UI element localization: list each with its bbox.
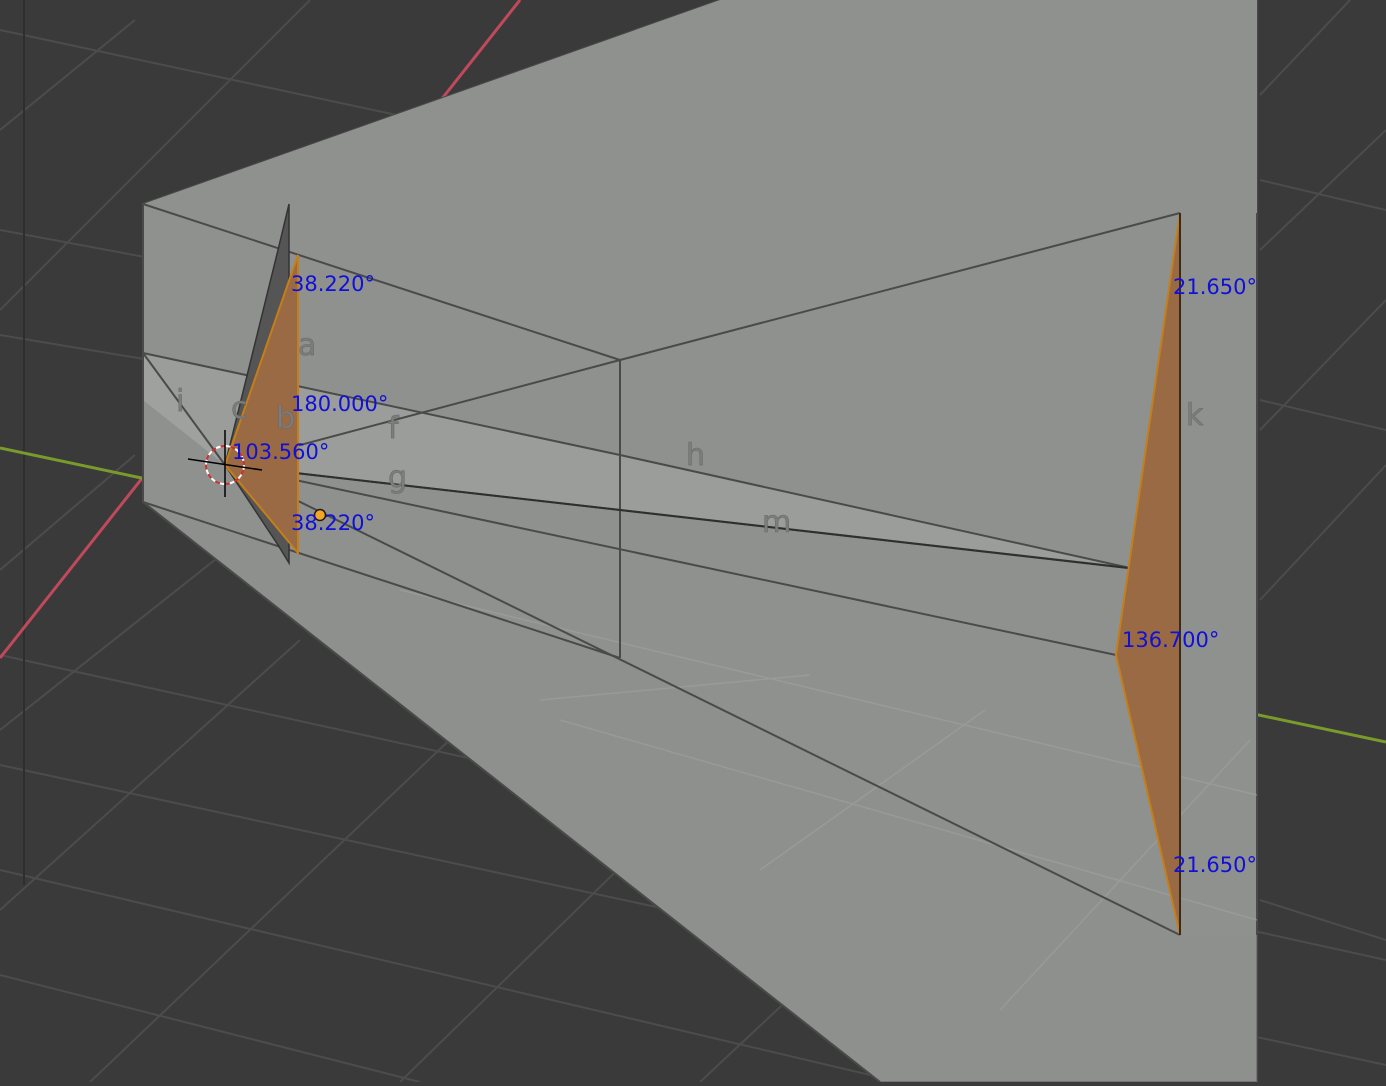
angle-label-right-top: 21.650° xyxy=(1173,275,1257,299)
edge-label-k: k xyxy=(1186,398,1204,433)
angle-label-left-top: 38.220° xyxy=(291,272,375,296)
edge-label-g: g xyxy=(388,460,407,495)
edge-label-a: a xyxy=(298,328,316,363)
edge-label-c: c xyxy=(231,391,248,426)
3d-viewport[interactable]: a b c f g h i k m 38.220° 180.000° 103.5… xyxy=(0,0,1386,1083)
angle-label-left-center: 103.560° xyxy=(232,440,329,464)
angle-label-right-bottom: 21.650° xyxy=(1173,853,1257,877)
edge-label-f: f xyxy=(388,411,400,446)
edge-label-h: h xyxy=(686,438,705,473)
angle-label-left-bottom: 38.220° xyxy=(291,511,375,535)
edge-label-i: i xyxy=(176,384,184,419)
angle-label-right-mid: 136.700° xyxy=(1122,628,1219,652)
edge-label-m: m xyxy=(762,505,791,540)
angle-label-left-mid: 180.000° xyxy=(291,392,388,416)
